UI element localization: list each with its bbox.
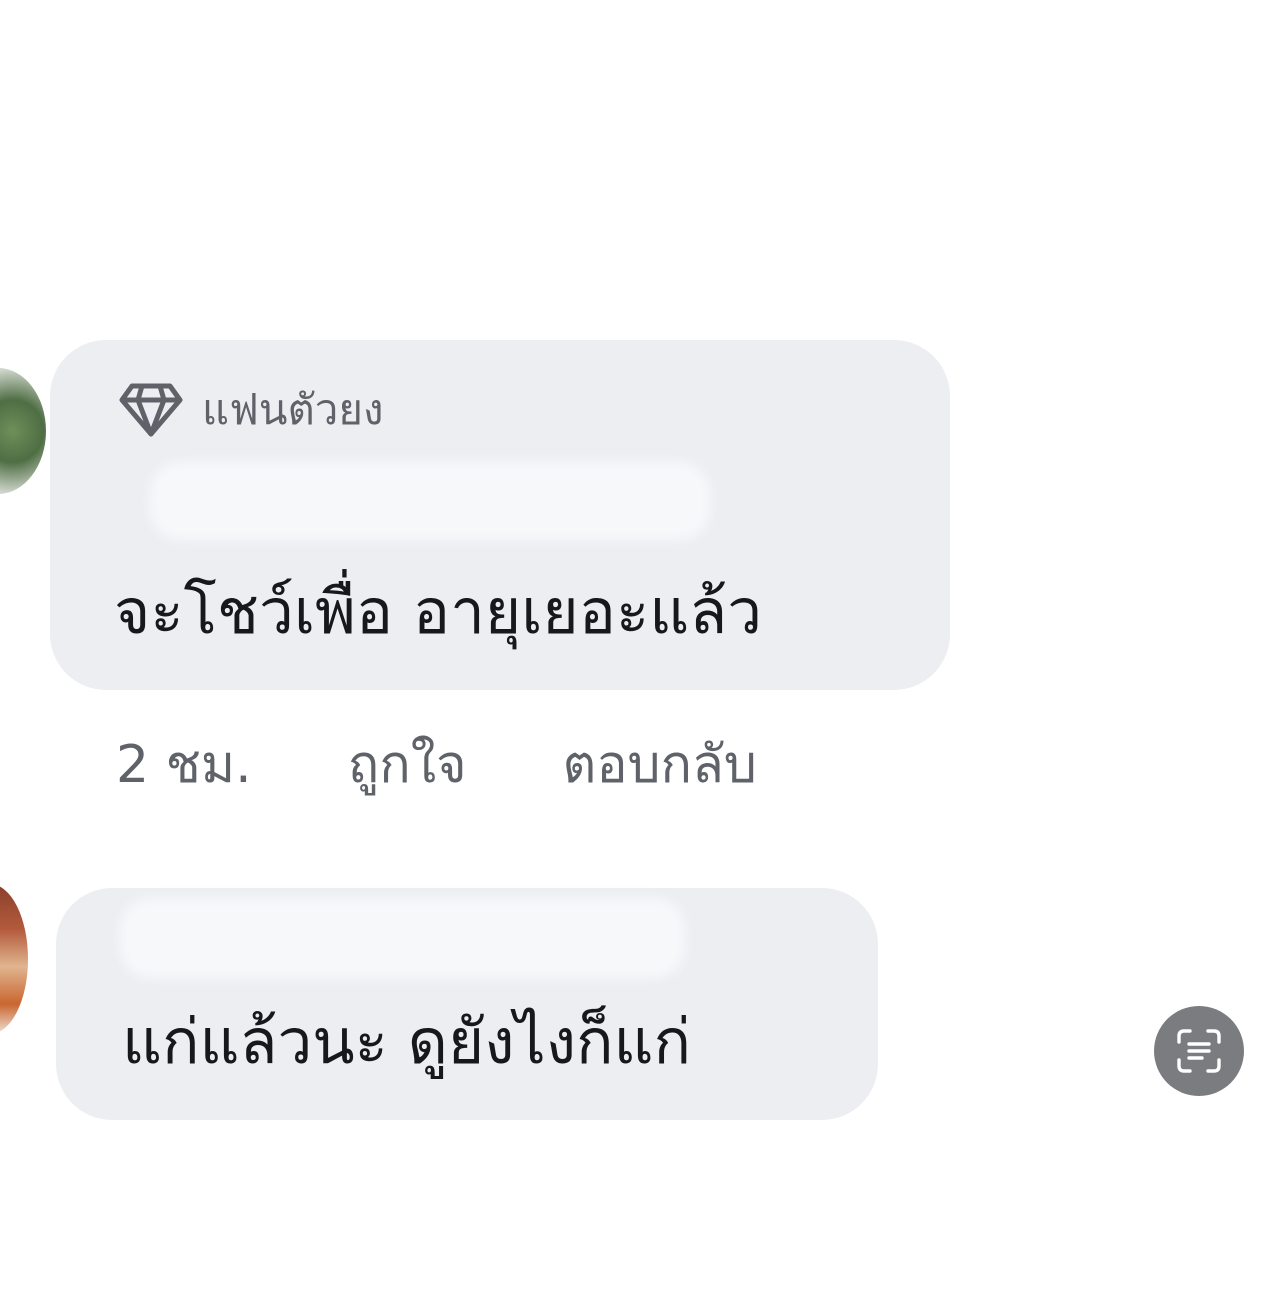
avatar[interactable] — [0, 368, 46, 494]
like-button[interactable]: ถูกใจ — [348, 722, 467, 805]
diamond-icon — [118, 382, 184, 438]
text-scan-icon — [1177, 1029, 1221, 1073]
comment-text: แก่แล้วนะ ดูยังไงก็แก่ — [122, 1005, 692, 1078]
redacted-username — [120, 898, 685, 978]
comment-timestamp: 2 ชม. — [116, 734, 252, 795]
redacted-username — [150, 462, 710, 540]
badge-label: แฟนตัวยง — [202, 385, 384, 434]
top-fan-badge: แฟนตัวยง — [118, 380, 384, 440]
text-scan-button[interactable] — [1154, 1006, 1244, 1096]
comment-text: จะโชว์เพื่อ อายุเยอะแล้ว — [114, 575, 763, 648]
avatar[interactable] — [0, 884, 28, 1034]
comment-actions: 2 ชม. ถูกใจ ตอบกลับ — [116, 728, 757, 798]
reply-button[interactable]: ตอบกลับ — [563, 722, 757, 805]
